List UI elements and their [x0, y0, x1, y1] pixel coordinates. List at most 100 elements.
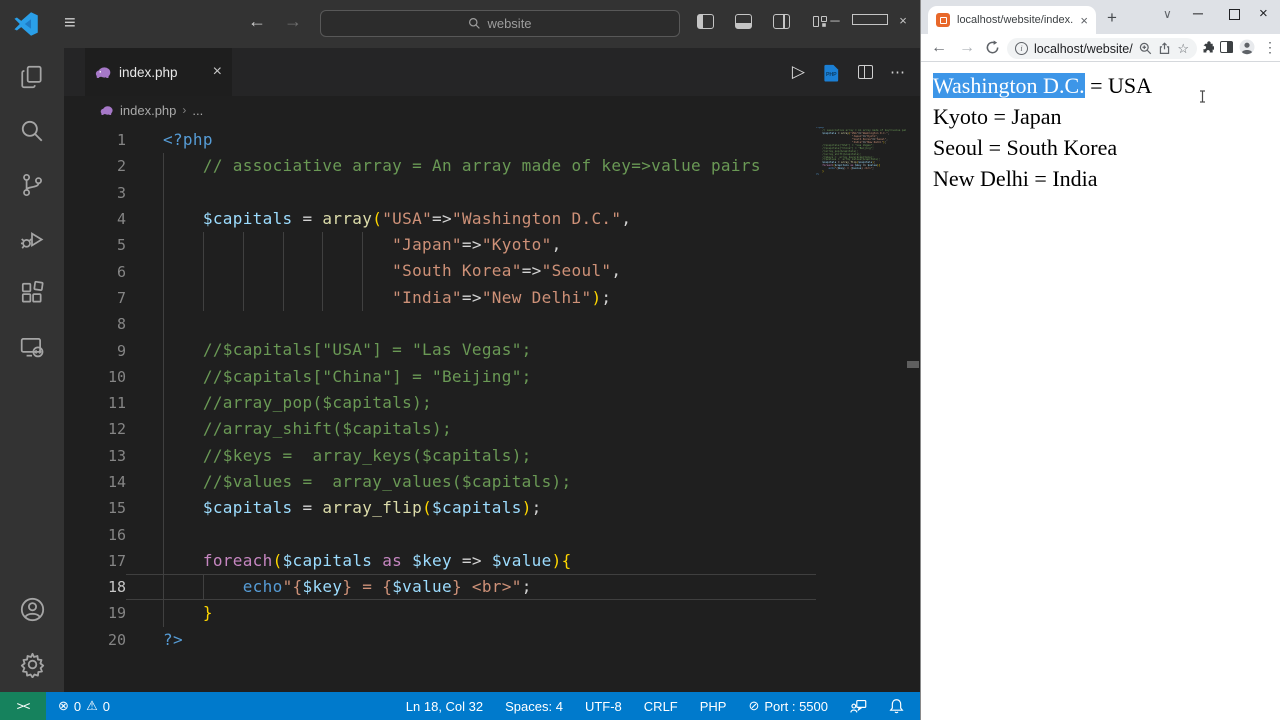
code-line[interactable]: 12 //array_shift($capitals); — [64, 416, 816, 442]
code-text: // associative array = An array made of … — [202, 156, 761, 176]
errors-icon: ⊗ — [58, 698, 69, 713]
side-panel-icon[interactable] — [1220, 41, 1233, 53]
browser-maximize-button[interactable] — [1229, 9, 1240, 20]
code-line[interactable]: 13 //$keys = array_keys($capitals); — [64, 443, 816, 469]
code-text: "South Korea"=>"Seoul", — [392, 261, 622, 281]
code-line[interactable]: 2 // associative array = An array made o… — [64, 153, 816, 179]
chevron-down-icon[interactable]: ∨ — [1163, 7, 1172, 21]
code-line[interactable]: 5 "Japan"=>"Kyoto", — [64, 232, 816, 258]
accounts-icon[interactable] — [19, 596, 46, 623]
vscode-titlebar: ≡ ← → website ─ × — [0, 0, 920, 48]
browser-minimize-button[interactable]: ─ — [1193, 5, 1203, 21]
code-line[interactable]: 19 } — [64, 600, 816, 626]
window-maximize-button[interactable] — [852, 13, 888, 28]
tab-index-php[interactable]: index.php × — [85, 48, 232, 96]
code-line[interactable]: 11 //array_pop($capitals); — [64, 390, 816, 416]
profile-avatar-icon[interactable] — [1239, 39, 1255, 55]
code-line[interactable]: 15 $capitals = array_flip($capitals); — [64, 495, 816, 521]
code-text: //$capitals["USA"] = "Las Vegas"; — [202, 340, 532, 360]
activity-bar — [0, 48, 64, 692]
statusbar-item[interactable]: ⊘ Port : 5500 — [748, 698, 828, 714]
line-number: 7 — [116, 288, 126, 307]
address-bar[interactable]: i localhost/website/index... ☆ — [1007, 38, 1197, 59]
xampp-favicon — [936, 13, 950, 27]
split-editor-icon[interactable] — [858, 65, 873, 79]
code-line[interactable]: 7 "India"=>"New Delhi"); — [64, 285, 816, 311]
code-line[interactable]: 1 <?php — [64, 127, 816, 153]
page-text-line: Kyoto = Japan — [933, 104, 1062, 129]
url-text[interactable]: localhost/website/index... — [1034, 42, 1133, 56]
tab-close-icon[interactable]: × — [1080, 13, 1088, 28]
code-editor[interactable]: 1 <?php 2 // associative array = An array … — [64, 124, 920, 692]
problems-indicator[interactable]: ⊗ 0 ⚠ 0 — [58, 698, 110, 714]
breadcrumb[interactable]: index.php › ... — [64, 96, 920, 124]
breadcrumb-file[interactable]: index.php — [120, 103, 176, 118]
more-actions-icon[interactable]: ⋯ — [890, 63, 906, 81]
code-line[interactable]: 3 — [64, 180, 816, 206]
remote-indicator[interactable]: >< — [0, 692, 46, 720]
breadcrumb-more[interactable]: ... — [192, 103, 203, 118]
explorer-icon[interactable] — [19, 64, 45, 90]
browser-close-button[interactable]: × — [1259, 5, 1268, 22]
share-icon[interactable] — [1158, 42, 1171, 55]
line-number: 15 — [107, 499, 126, 518]
extensions-puzzle-icon[interactable] — [1200, 41, 1214, 55]
code-text: "Japan"=>"Kyoto", — [392, 235, 562, 255]
history-back-icon[interactable]: ← — [248, 11, 266, 32]
selected-text: Washington D.C. — [933, 73, 1085, 98]
browser-back-icon[interactable]: ← — [931, 38, 947, 58]
statusbar-item[interactable]: Spaces: 4 — [505, 698, 563, 714]
feedback-icon[interactable] — [850, 699, 867, 714]
port-icon: ⊘ — [748, 698, 760, 713]
search-icon[interactable] — [19, 118, 45, 144]
code-line[interactable]: 4 $capitals = array("USA"=>"Washington D… — [64, 206, 816, 232]
history-forward-icon: → — [284, 11, 302, 31]
line-number: 5 — [116, 236, 126, 255]
php-server-icon[interactable]: PHP — [822, 63, 841, 82]
browser-tab[interactable]: localhost/website/index.php × — [928, 6, 1096, 34]
statusbar-item[interactable]: PHP — [700, 698, 727, 714]
code-line[interactable]: 10 //$capitals["China"] = "Beijing"; — [64, 364, 816, 390]
window-minimize-button[interactable]: ─ — [818, 13, 852, 28]
code-line[interactable]: 18 echo"{$key} = {$value} <br>"; — [64, 574, 816, 600]
code-line[interactable]: 9 //$capitals["USA"] = "Las Vegas"; — [64, 337, 816, 363]
overview-ruler-cursor-marker — [907, 361, 919, 368]
source-control-icon[interactable] — [19, 172, 45, 198]
code-line[interactable]: 20 ?> — [64, 627, 816, 653]
statusbar-item[interactable]: UTF-8 — [585, 698, 622, 714]
remote-explorer-icon[interactable] — [19, 334, 45, 360]
toggle-secondary-sidebar-icon[interactable] — [773, 14, 790, 29]
minimap[interactable]: <?php // associative array = An array ma… — [816, 127, 906, 177]
site-info-icon[interactable]: i — [1015, 42, 1028, 55]
run-code-icon[interactable]: ▷ — [792, 62, 805, 82]
code-line[interactable]: 17 foreach($capitals as $key => $value){ — [64, 548, 816, 574]
code-line[interactable]: 8 — [64, 311, 816, 337]
editor-tab-strip: index.php × ▷ PHP ⋯ — [64, 48, 920, 96]
notifications-bell-icon[interactable] — [889, 698, 904, 714]
vscode-window: ≡ ← → website ─ × index.php × ▷ PHP ⋯ in… — [0, 0, 920, 720]
code-line[interactable]: 16 — [64, 521, 816, 547]
zoom-icon[interactable] — [1139, 42, 1152, 55]
toggle-panel-icon[interactable] — [735, 14, 752, 29]
statusbar-item[interactable]: Ln 18, Col 32 — [406, 698, 483, 714]
code-text: //$values = array_values($capitals); — [202, 471, 572, 491]
status-right-items: Ln 18, Col 32 Spaces: 4 UTF-8 CRLF PHP ⊘ Port … — [406, 698, 920, 714]
browser-menu-kebab-icon[interactable]: ⋮ — [1263, 39, 1277, 56]
code-line[interactable]: 6 "South Korea"=>"Seoul", — [64, 258, 816, 284]
tab-close-icon[interactable]: × — [213, 63, 222, 81]
line-number: 19 — [107, 604, 126, 623]
toggle-primary-sidebar-icon[interactable] — [697, 14, 714, 29]
menu-hamburger-icon[interactable]: ≡ — [64, 11, 76, 35]
code-line[interactable]: 14 //$values = array_values($capitals); — [64, 469, 816, 495]
extensions-icon[interactable] — [19, 280, 45, 306]
new-tab-button[interactable]: + — [1107, 8, 1117, 28]
minimap-line: ?> — [816, 173, 820, 177]
command-center-search[interactable]: website — [320, 10, 680, 37]
run-debug-icon[interactable] — [19, 226, 45, 252]
settings-gear-icon[interactable] — [19, 651, 46, 678]
statusbar-item[interactable]: CRLF — [644, 698, 678, 714]
window-close-button[interactable]: × — [886, 13, 920, 28]
bookmark-star-icon[interactable]: ☆ — [1177, 41, 1189, 57]
browser-reload-icon[interactable] — [985, 40, 1000, 55]
